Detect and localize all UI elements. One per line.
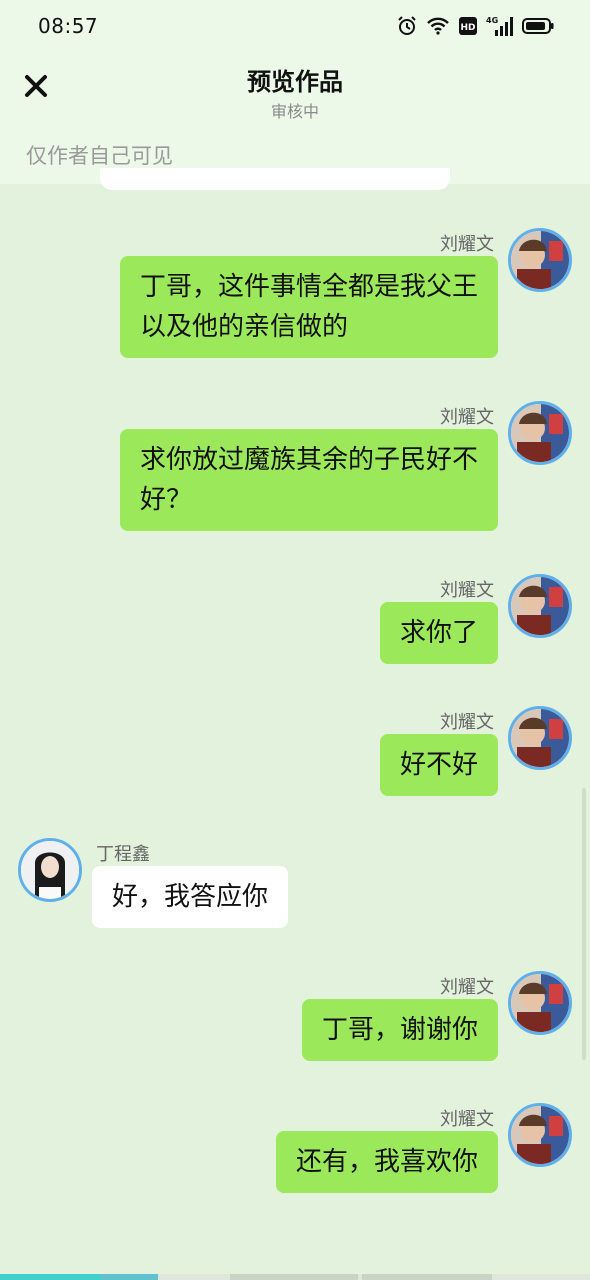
4g-signal-icon: 4G (486, 15, 514, 37)
message-text: 以及他的亲信做的 (139, 312, 348, 342)
sender-name: 丁程鑫 (96, 844, 150, 865)
visibility-note: 仅作者自己可见 (26, 144, 173, 168)
sender-name: 刘耀文 (440, 712, 494, 733)
progress-bar (0, 1274, 590, 1280)
top-area: 08:57 HD 4G 预览作品 审核中 仅作者自己可见 (0, 0, 590, 190)
avatar[interactable] (508, 971, 572, 1035)
avatar[interactable] (508, 706, 572, 770)
message-text: 丁哥，这件事情全都是我父王 (139, 272, 478, 302)
avatar[interactable] (508, 401, 572, 465)
avatar[interactable] (508, 1103, 572, 1167)
sender-name: 刘耀文 (440, 1109, 494, 1130)
status-time: 08:57 (38, 14, 99, 38)
message-bubble[interactable]: 求你放过魔族其余的子民好不 好？ (119, 429, 498, 531)
message-bubble[interactable]: 好不好 (379, 734, 498, 796)
progress-segment (100, 1274, 158, 1280)
message-bubble[interactable]: 好，我答应你 (92, 866, 289, 928)
wifi-icon (426, 16, 450, 36)
sender-name: 刘耀文 (440, 977, 494, 998)
sender-name: 刘耀文 (440, 407, 494, 428)
battery-icon (522, 17, 554, 35)
svg-text:4G: 4G (486, 16, 498, 25)
alarm-icon (396, 15, 418, 37)
svg-text:HD: HD (460, 23, 475, 33)
message-text: 好，我答应你 (112, 882, 269, 912)
message-bubble[interactable]: 还有，我喜欢你 (275, 1131, 498, 1193)
message-text: 求你放过魔族其余的子民好不 (139, 445, 478, 475)
message-bubble[interactable]: 丁哥，这件事情全都是我父王 以及他的亲信做的 (119, 256, 498, 358)
chat-area[interactable]: 刘耀文 丁哥，这件事情全都是我父王 以及他的亲信做的 刘耀文 求你放过魔族其余的… (0, 184, 590, 1272)
review-status: 审核中 (270, 102, 319, 121)
message-text: 好不好 (399, 750, 478, 780)
message-bubble[interactable]: 求你了 (379, 602, 498, 664)
message-bubble[interactable]: 丁哥，谢谢你 (301, 999, 498, 1061)
nav-bar: 预览作品 审核中 (0, 52, 590, 132)
avatar[interactable] (18, 838, 82, 902)
sender-name: 刘耀文 (440, 234, 494, 255)
avatar[interactable] (508, 574, 572, 638)
avatar[interactable] (508, 228, 572, 292)
status-icons: HD 4G (396, 14, 554, 38)
message-text: 丁哥，谢谢你 (321, 1015, 478, 1045)
message-text: 还有，我喜欢你 (295, 1147, 478, 1177)
message-text: 求你了 (399, 618, 478, 648)
scrollbar[interactable] (582, 788, 586, 1060)
hd-icon: HD (458, 16, 478, 36)
page-title: 预览作品 (247, 68, 343, 96)
progress-segment (230, 1274, 358, 1280)
message-text: 好？ (139, 485, 192, 515)
progress-segment (362, 1274, 492, 1280)
status-bar: 08:57 HD 4G (0, 0, 590, 52)
sender-name: 刘耀文 (440, 580, 494, 601)
